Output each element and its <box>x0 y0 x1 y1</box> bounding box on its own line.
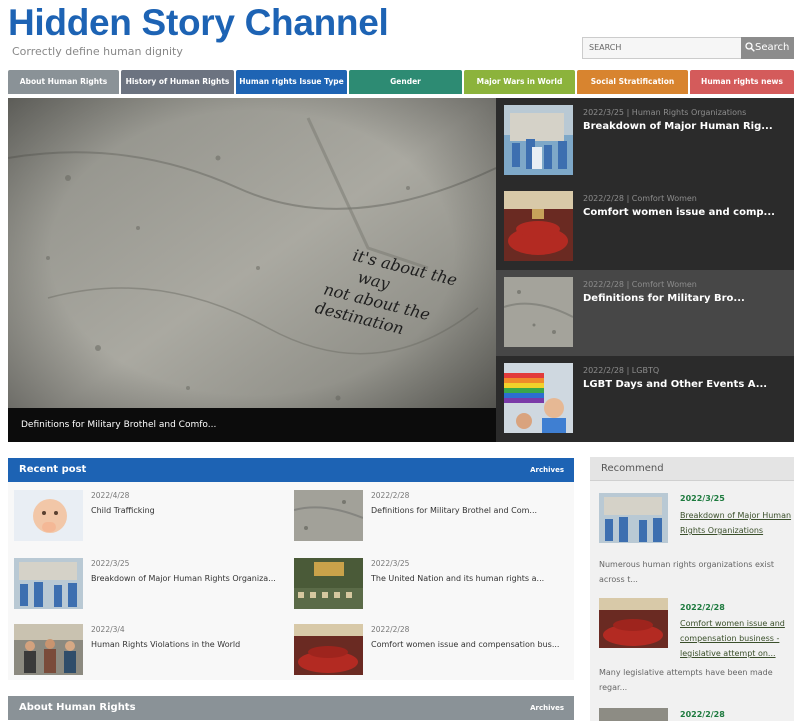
post-thumb <box>14 490 83 541</box>
post-item[interactable]: 2022/3/25 The United Nation and its huma… <box>288 550 560 610</box>
post-title[interactable]: Definitions for Military Brothel and Com… <box>371 504 561 517</box>
post-thumb <box>14 558 83 609</box>
slide-title[interactable]: Comfort women issue and comp... <box>583 207 775 218</box>
nav-item-social-stratification[interactable]: Social Stratification <box>577 70 688 94</box>
rec-excerpt: Many legislative attempts have been made… <box>599 668 773 692</box>
rec-title[interactable]: Comfort women issue and compensation bus… <box>680 616 792 661</box>
post-item[interactable]: 2022/2/28 Definitions for Military Broth… <box>288 482 560 542</box>
slide-meta: 2022/2/28 | LGBTQ <box>583 366 660 375</box>
post-date: 2022/2/28 <box>371 491 410 500</box>
post-title[interactable]: The United Nation and its human rights a… <box>371 572 561 585</box>
rec-title[interactable]: Breakdown of Major Human Rights Organiza… <box>680 508 792 538</box>
rec-thumb[interactable] <box>599 708 668 721</box>
slide-list: 2022/3/25 | Human Rights Organizations B… <box>496 98 794 442</box>
rec-excerpt: Numerous human rights organizations exis… <box>599 560 775 584</box>
search-input[interactable]: SEARCH <box>582 37 742 59</box>
site-title[interactable]: Hidden Story Channel <box>8 2 389 44</box>
magnifier-icon <box>745 42 755 52</box>
rec-date: 2022/2/28 <box>680 603 725 612</box>
rec-thumb[interactable] <box>599 493 668 543</box>
nav-item-about-human-rights[interactable]: About Human Rights <box>8 70 119 94</box>
slide-item[interactable]: 2022/2/28 | Comfort Women Comfort women … <box>496 184 794 270</box>
post-title[interactable]: Comfort women issue and compensation bus… <box>371 638 561 651</box>
nav-item-major-wars[interactable]: Major Wars in World <box>464 70 575 94</box>
post-title[interactable]: Human Rights Violations in the World <box>91 638 281 651</box>
slide-thumb <box>504 105 573 175</box>
slide-thumb <box>504 277 573 347</box>
slide-thumb <box>504 191 573 261</box>
slide-item[interactable]: 2022/3/25 | Human Rights Organizations B… <box>496 98 794 184</box>
rec-date: 2022/2/28 <box>680 710 725 719</box>
about-human-rights-title: About Human Rights <box>19 702 136 713</box>
recent-post-header: Recent post Archives <box>8 458 574 482</box>
nav-item-human-rights-news[interactable]: Human rights news <box>690 70 794 94</box>
hero-caption[interactable]: Definitions for Military Brothel and Com… <box>8 408 496 442</box>
recent-post-title: Recent post <box>19 464 87 475</box>
post-item[interactable]: 2022/2/28 Comfort women issue and compen… <box>288 616 560 676</box>
post-title[interactable]: Breakdown of Major Human Rights Organiza… <box>91 572 281 585</box>
nav-item-gender[interactable]: Gender <box>349 70 462 94</box>
recommend-title: Recommend <box>590 457 794 481</box>
slide-meta: 2022/2/28 | Comfort Women <box>583 280 697 289</box>
slide-item[interactable]: 2022/2/28 | LGBTQ LGBT Days and Other Ev… <box>496 356 794 442</box>
hero-slide[interactable]: it's about the way not about the destina… <box>8 98 496 442</box>
post-date: 2022/2/28 <box>371 625 410 634</box>
recommend-sidebar: Recommend 2022/3/25 Breakdown of Major H… <box>590 457 794 721</box>
slide-item-active[interactable]: 2022/2/28 | Comfort Women Definitions fo… <box>496 270 794 356</box>
post-date: 2022/3/4 <box>91 625 125 634</box>
nav-item-issue-type[interactable]: Human rights Issue Type <box>236 70 347 94</box>
post-item[interactable]: 2022/3/25 Breakdown of Major Human Right… <box>8 550 280 610</box>
post-thumb <box>294 558 363 609</box>
post-item[interactable]: 2022/4/28 Child Trafficking <box>8 482 280 542</box>
search-button-label: Search <box>755 42 790 53</box>
main-nav: About Human Rights History of Human Righ… <box>8 70 794 94</box>
nav-item-history[interactable]: History of Human Rights <box>121 70 234 94</box>
post-date: 2022/4/28 <box>91 491 130 500</box>
post-date: 2022/3/25 <box>91 559 130 568</box>
post-thumb <box>14 624 83 675</box>
rec-date: 2022/3/25 <box>680 494 725 503</box>
recent-archives-link[interactable]: Archives <box>530 458 564 482</box>
post-date: 2022/3/25 <box>371 559 410 568</box>
rec-thumb[interactable] <box>599 598 668 648</box>
slide-title[interactable]: LGBT Days and Other Events A... <box>583 379 767 390</box>
slide-thumb <box>504 363 573 433</box>
search-button[interactable]: Search <box>741 37 794 59</box>
site-tagline: Correctly define human dignity <box>12 45 183 58</box>
slide-title[interactable]: Definitions for Military Bro... <box>583 293 745 304</box>
about-archives-link[interactable]: Archives <box>530 696 564 720</box>
post-thumb <box>294 624 363 675</box>
post-thumb <box>294 490 363 541</box>
recent-post-list: 2022/4/28 Child Trafficking 2022/2/28 De… <box>8 482 574 680</box>
slide-meta: 2022/2/28 | Comfort Women <box>583 194 697 203</box>
slide-title[interactable]: Breakdown of Major Human Rig... <box>583 121 773 132</box>
post-title[interactable]: Child Trafficking <box>91 504 281 517</box>
post-item[interactable]: 2022/3/4 Human Rights Violations in the … <box>8 616 280 676</box>
slide-meta: 2022/3/25 | Human Rights Organizations <box>583 108 747 117</box>
about-human-rights-header: About Human Rights Archives <box>8 696 574 720</box>
